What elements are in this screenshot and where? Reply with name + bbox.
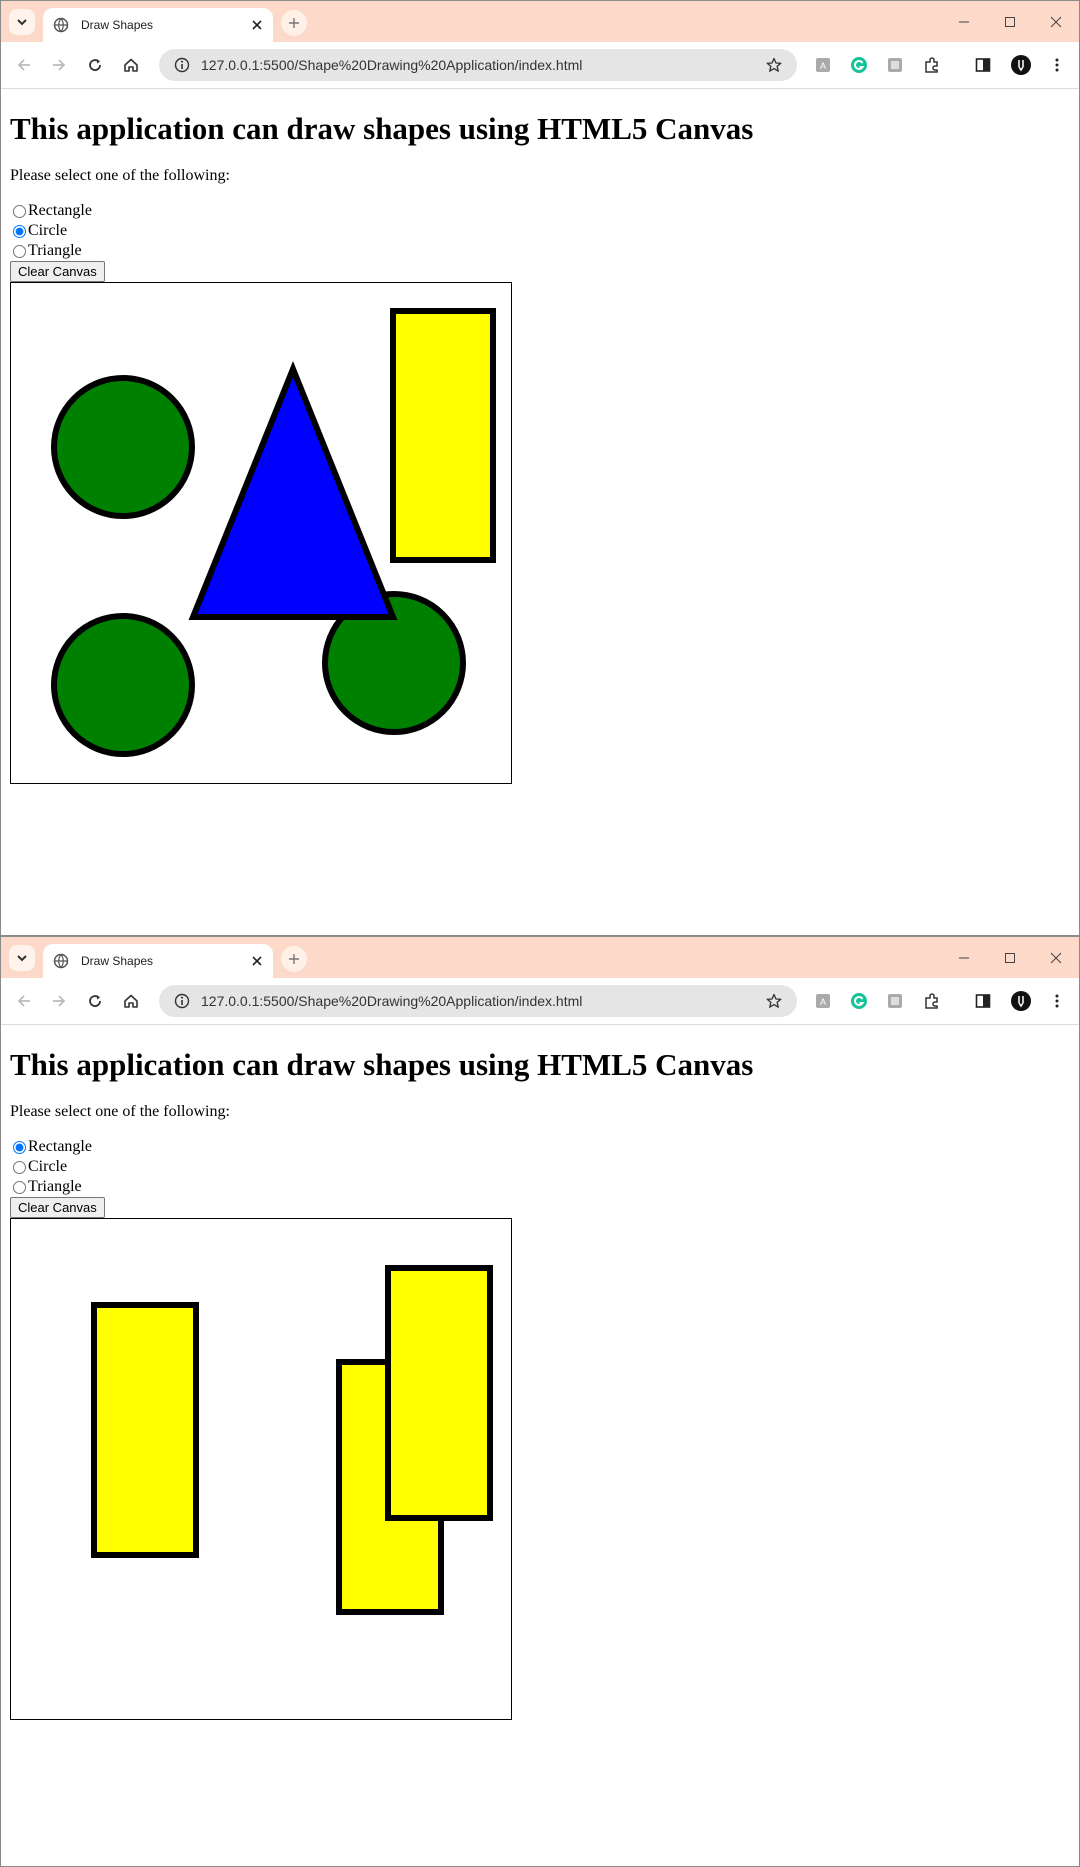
maximize-icon[interactable] bbox=[999, 947, 1021, 969]
browser-window-1: Draw Shapes 127.0.0.1:5500/Shape%20Drawi… bbox=[0, 0, 1080, 936]
drawing-canvas[interactable] bbox=[10, 1218, 512, 1720]
plus-icon bbox=[289, 18, 299, 28]
rectangle-shape bbox=[91, 1302, 199, 1558]
minimize-icon[interactable] bbox=[953, 11, 975, 33]
radio-label: Rectangle bbox=[28, 1138, 92, 1155]
reload-icon[interactable] bbox=[83, 989, 107, 1013]
new-tab-button[interactable] bbox=[281, 946, 307, 972]
circle-shape bbox=[51, 613, 195, 757]
url-text: 127.0.0.1:5500/Shape%20Drawing%20Applica… bbox=[201, 993, 583, 1009]
extension-icon[interactable]: A bbox=[812, 54, 834, 76]
maximize-icon[interactable] bbox=[999, 11, 1021, 33]
reload-icon[interactable] bbox=[83, 53, 107, 77]
kebab-menu-icon[interactable] bbox=[1046, 54, 1068, 76]
radio-rectangle[interactable]: Rectangle bbox=[10, 201, 1070, 221]
radio-button[interactable] bbox=[13, 204, 26, 218]
radio-circle[interactable]: Circle bbox=[10, 1157, 1070, 1177]
window-close-icon[interactable] bbox=[1045, 11, 1067, 33]
new-tab-button[interactable] bbox=[281, 10, 307, 36]
info-icon[interactable] bbox=[173, 56, 191, 74]
radio-label: Circle bbox=[28, 222, 68, 239]
tab-strip: Draw Shapes bbox=[1, 937, 1079, 978]
browser-toolbar: 127.0.0.1:5500/Shape%20Drawing%20Applica… bbox=[1, 42, 1079, 89]
tab-title: Draw Shapes bbox=[81, 18, 154, 32]
close-icon[interactable] bbox=[247, 15, 267, 35]
address-bar[interactable]: 127.0.0.1:5500/Shape%20Drawing%20Applica… bbox=[159, 49, 797, 81]
star-icon[interactable] bbox=[763, 54, 785, 76]
extension-icon[interactable] bbox=[884, 990, 906, 1012]
close-icon[interactable] bbox=[247, 951, 267, 971]
tab-title: Draw Shapes bbox=[81, 954, 154, 968]
shape-radio-group: Rectangle Circle Triangle bbox=[10, 201, 1070, 261]
tab-search-button[interactable] bbox=[9, 945, 35, 971]
back-arrow-icon[interactable] bbox=[12, 989, 36, 1013]
minimize-icon[interactable] bbox=[953, 947, 975, 969]
grammarly-icon[interactable] bbox=[848, 990, 870, 1012]
tab-strip: Draw Shapes bbox=[1, 1, 1079, 42]
home-icon[interactable] bbox=[119, 989, 143, 1013]
sidepanel-icon[interactable] bbox=[972, 54, 994, 76]
sidepanel-icon[interactable] bbox=[972, 990, 994, 1012]
plus-icon bbox=[289, 954, 299, 964]
svg-text:A: A bbox=[820, 997, 826, 1007]
radio-triangle[interactable]: Triangle bbox=[10, 1177, 1070, 1197]
page-content: This application can draw shapes using H… bbox=[1, 1047, 1079, 1720]
rectangle-shape bbox=[385, 1265, 493, 1521]
extension-icon[interactable]: A bbox=[812, 990, 834, 1012]
instruction-text: Please select one of the following: bbox=[10, 1103, 230, 1120]
radio-label: Triangle bbox=[28, 1178, 82, 1195]
radio-rectangle[interactable]: Rectangle bbox=[10, 1137, 1070, 1157]
clear-canvas-button[interactable]: Clear Canvas bbox=[10, 1197, 105, 1218]
browser-toolbar: 127.0.0.1:5500/Shape%20Drawing%20Applica… bbox=[1, 978, 1079, 1025]
radio-button[interactable] bbox=[13, 1140, 26, 1154]
url-text: 127.0.0.1:5500/Shape%20Drawing%20Applica… bbox=[201, 57, 583, 73]
puzzle-icon[interactable] bbox=[921, 54, 943, 76]
extension-icon[interactable] bbox=[884, 54, 906, 76]
chevron-down-icon bbox=[17, 19, 27, 26]
radio-button[interactable] bbox=[13, 1160, 26, 1174]
rectangle-shape bbox=[390, 308, 496, 563]
browser-window-2: Draw Shapes 127.0.0.1:5500/Shape%20Drawi… bbox=[0, 936, 1080, 1867]
tab-search-button[interactable] bbox=[9, 9, 35, 35]
star-icon[interactable] bbox=[763, 990, 785, 1012]
tab-draw-shapes[interactable]: Draw Shapes bbox=[43, 8, 273, 42]
clear-canvas-button[interactable]: Clear Canvas bbox=[10, 261, 105, 282]
grammarly-icon[interactable] bbox=[848, 54, 870, 76]
puzzle-icon[interactable] bbox=[921, 990, 943, 1012]
svg-text:A: A bbox=[820, 61, 826, 71]
globe-icon bbox=[53, 953, 69, 969]
radio-button[interactable] bbox=[13, 224, 26, 238]
radio-label: Rectangle bbox=[28, 202, 92, 219]
info-icon[interactable] bbox=[173, 992, 191, 1010]
radio-label: Circle bbox=[28, 1158, 68, 1175]
chevron-down-icon bbox=[17, 955, 27, 962]
forward-arrow-icon[interactable] bbox=[47, 989, 71, 1013]
globe-icon bbox=[53, 17, 69, 33]
triangle-shape bbox=[188, 360, 398, 620]
page-title: This application can draw shapes using H… bbox=[10, 111, 754, 146]
back-arrow-icon[interactable] bbox=[12, 53, 36, 77]
profile-avatar-icon[interactable] bbox=[1010, 990, 1032, 1012]
page-title: This application can draw shapes using H… bbox=[10, 1047, 754, 1082]
home-icon[interactable] bbox=[119, 53, 143, 77]
tab-draw-shapes[interactable]: Draw Shapes bbox=[43, 944, 273, 978]
radio-button[interactable] bbox=[13, 244, 26, 258]
drawing-canvas[interactable] bbox=[10, 282, 512, 784]
instruction-text: Please select one of the following: bbox=[10, 167, 230, 184]
radio-button[interactable] bbox=[13, 1180, 26, 1194]
shape-radio-group: Rectangle Circle Triangle bbox=[10, 1137, 1070, 1197]
circle-shape bbox=[51, 375, 195, 519]
radio-label: Triangle bbox=[28, 242, 82, 259]
address-bar[interactable]: 127.0.0.1:5500/Shape%20Drawing%20Applica… bbox=[159, 985, 797, 1017]
profile-avatar-icon[interactable] bbox=[1010, 54, 1032, 76]
radio-circle[interactable]: Circle bbox=[10, 221, 1070, 241]
radio-triangle[interactable]: Triangle bbox=[10, 241, 1070, 261]
kebab-menu-icon[interactable] bbox=[1046, 990, 1068, 1012]
forward-arrow-icon[interactable] bbox=[47, 53, 71, 77]
page-content: This application can draw shapes using H… bbox=[1, 111, 1079, 784]
window-close-icon[interactable] bbox=[1045, 947, 1067, 969]
